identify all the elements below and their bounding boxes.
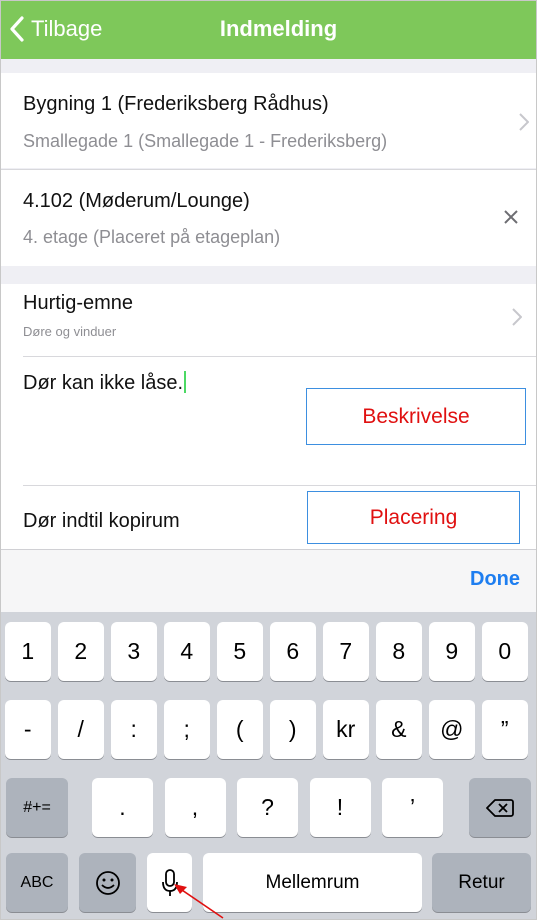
pointer-arrow (174, 884, 224, 919)
space-key[interactable]: Mellemrum (203, 853, 422, 912)
emoji-icon (95, 870, 120, 895)
building-subtitle: Smallegade 1 (Smallegade 1 - Frederiksbe… (23, 131, 388, 151)
description-text-wrap: Dør kan ikke låse. (23, 371, 187, 395)
keyboard: 1234567890 - /:;() kr & @” #+= .,?!’ ABC Mel… (1, 612, 536, 919)
done-button[interactable]: Done (470, 568, 520, 591)
key[interactable]: 9 (429, 622, 475, 681)
app-frame: Tilbage Indmelding Bygning 1 (Frederiksb… (0, 0, 537, 920)
key[interactable]: 4 (164, 622, 210, 681)
symbols-key[interactable]: #+= (6, 778, 68, 837)
key[interactable]: & (376, 700, 422, 759)
placement-text: Dør indtil kopirum (23, 510, 180, 532)
chevron-right-icon (519, 113, 529, 131)
room-row[interactable]: 4.102 (Møderum/Lounge) 4. etage (Placere… (1, 169, 536, 266)
key[interactable]: ” (482, 700, 528, 759)
clear-icon[interactable] (503, 209, 519, 225)
key[interactable]: ; (164, 700, 210, 759)
key[interactable]: 3 (111, 622, 157, 681)
page-title: Indmelding (219, 16, 338, 41)
key[interactable]: 6 (270, 622, 316, 681)
key[interactable]: ! (309, 778, 371, 837)
key[interactable]: @ (429, 700, 475, 759)
form-section: Hurtig-emne Døre og vinduer Dør kan ikke… (1, 284, 536, 549)
key[interactable]: . (92, 778, 153, 837)
key[interactable]: - (5, 700, 51, 759)
key[interactable]: ’ (382, 778, 443, 837)
key[interactable]: ) (270, 700, 316, 759)
description-text: Dør kan ikke låse. (23, 372, 184, 394)
return-key[interactable]: Retur (432, 853, 531, 912)
room-title: 4.102 (Møderum/Lounge) (23, 190, 250, 212)
description-annotation: Beskrivelse (306, 388, 526, 445)
key[interactable]: 7 (323, 622, 369, 681)
key[interactable]: ? (237, 778, 298, 837)
backspace-key[interactable] (469, 778, 531, 837)
emoji-key[interactable] (79, 853, 136, 912)
key[interactable]: kr (323, 700, 369, 759)
quick-topic-subtitle: Døre og vinduer (23, 324, 117, 339)
key[interactable]: , (164, 778, 226, 837)
building-row[interactable]: Bygning 1 (Frederiksberg Rådhus) Smalleg… (1, 73, 536, 168)
key[interactable]: 8 (376, 622, 422, 681)
abc-key[interactable]: ABC (6, 853, 68, 912)
backspace-icon (486, 798, 514, 817)
key[interactable]: 5 (217, 622, 263, 681)
key[interactable]: : (111, 700, 157, 759)
room-subtitle: 4. etage (Placeret på etageplan) (23, 227, 281, 247)
building-title: Bygning 1 (Frederiksberg Rådhus) (23, 93, 329, 115)
text-cursor (184, 371, 187, 393)
keyboard-accessory-bar: Done (1, 549, 536, 612)
key[interactable]: 2 (58, 622, 104, 681)
placement-annotation: Placering (307, 491, 520, 544)
key[interactable]: / (58, 700, 104, 759)
key[interactable]: ( (217, 700, 263, 759)
chevron-right-icon (512, 308, 522, 326)
quick-topic-title: Hurtig-emne (23, 292, 134, 314)
key[interactable]: 0 (482, 622, 528, 681)
nav-bar: Tilbage Indmelding (1, 1, 536, 59)
quick-topic-row[interactable]: Hurtig-emne Døre og vinduer (1, 284, 536, 356)
key[interactable]: 1 (5, 622, 51, 681)
